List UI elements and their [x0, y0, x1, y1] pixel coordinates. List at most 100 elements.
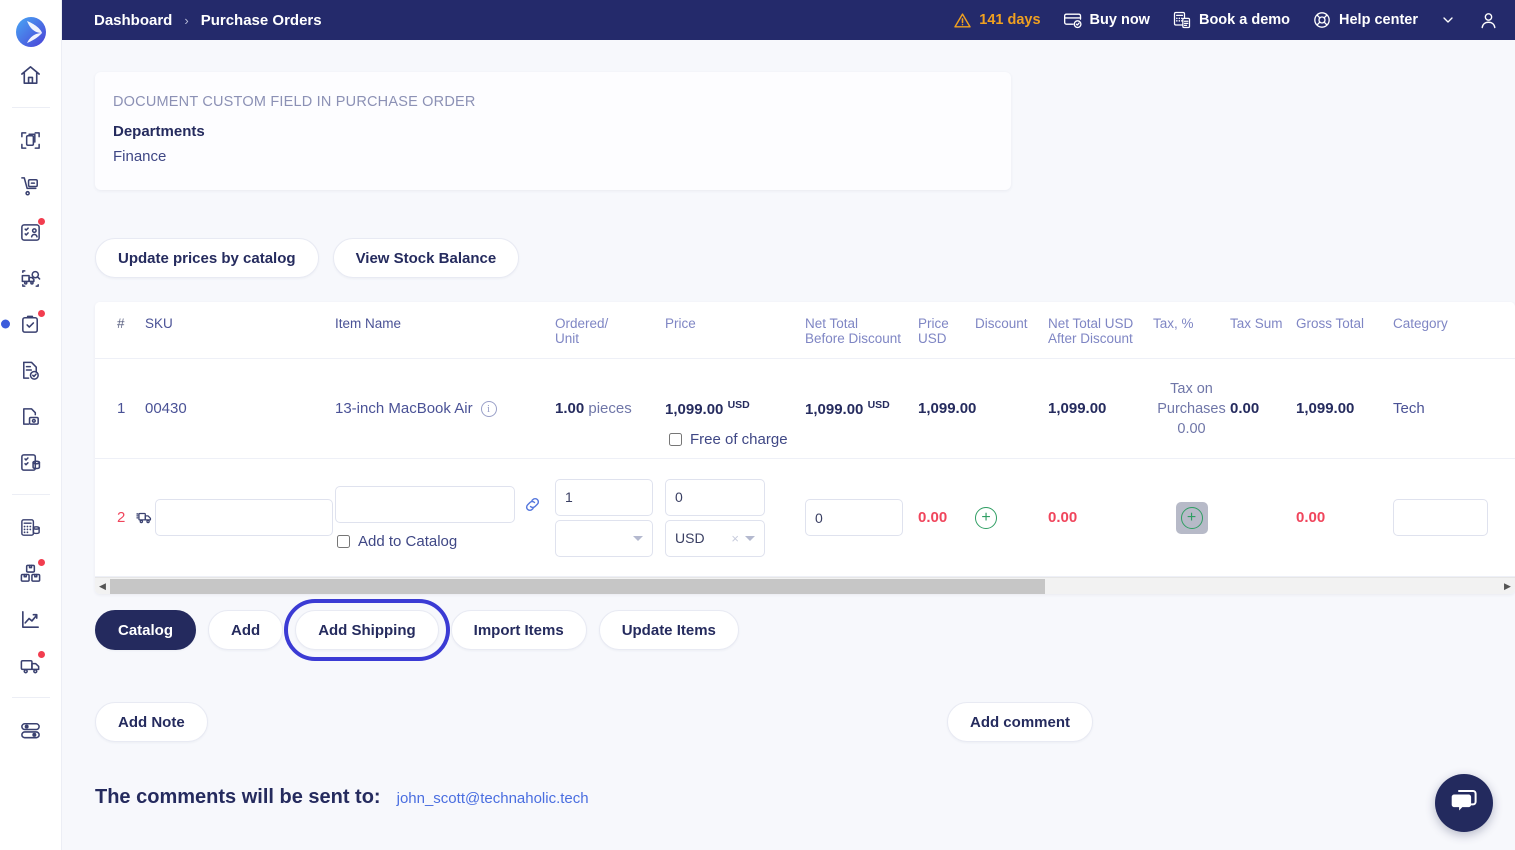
sidebar-item-document-payment[interactable] — [9, 394, 53, 438]
clear-icon[interactable]: × — [731, 531, 745, 546]
sidebar-nav-group-2 — [0, 117, 61, 485]
col-header-sku[interactable]: SKU — [145, 316, 335, 331]
add-discount-icon[interactable]: + — [975, 506, 997, 529]
update-prices-by-catalog-button[interactable]: Update prices by catalog — [95, 238, 319, 278]
col-header-category: Category — [1393, 316, 1448, 331]
row-unit: pieces — [588, 400, 632, 417]
scrollbar-thumb[interactable] — [110, 578, 1045, 594]
calculator-doc-icon — [1172, 10, 1192, 30]
col-header-ordered-unit: Ordered/Unit — [555, 316, 609, 346]
free-of-charge-checkbox[interactable] — [669, 432, 682, 446]
row-ordered-qty: 1.00 — [555, 400, 585, 417]
sidebar-item-warehouse-boxes[interactable] — [9, 551, 53, 595]
quantity-input[interactable] — [555, 478, 653, 516]
sidebar-divider — [11, 107, 50, 108]
currency-select-value: USD — [675, 530, 705, 546]
sidebar-item-home[interactable] — [9, 53, 53, 97]
add-tax-icon: + — [1180, 506, 1203, 529]
scroll-left-arrow-icon[interactable]: ◀ — [95, 581, 110, 592]
edit-row-price-cell: Free of charge USD × — [665, 431, 805, 557]
edit-row-category-cell — [1393, 499, 1493, 536]
table-header-row: # SKU Item Name Ordered/Unit Price Net T… — [95, 302, 1515, 359]
price-input[interactable] — [665, 478, 765, 516]
row-sku[interactable]: 00430 — [145, 400, 335, 417]
col-header-item-name[interactable]: Item Name — [335, 316, 555, 331]
category-input[interactable] — [1393, 499, 1488, 536]
breadcrumb-dashboard[interactable]: Dashboard — [94, 12, 172, 29]
sidebar-item-delivery-cart[interactable] — [9, 164, 53, 208]
sidebar-divider — [11, 697, 50, 698]
help-center-button[interactable]: Help center — [1312, 10, 1418, 30]
chevron-down-icon — [633, 535, 643, 541]
edit-row-net-total-after: 0.00 — [1048, 509, 1078, 526]
row-net-total-before-discount: 1,099.00 USD — [805, 399, 918, 418]
book-a-demo-label: Book a demo — [1198, 12, 1291, 28]
tab-update-items[interactable]: Update Items — [598, 610, 739, 650]
sidebar-nav-group-3 — [0, 504, 61, 688]
sidebar-item-clipboard-check[interactable] — [0, 302, 53, 346]
tab-add-shipping[interactable]: Add Shipping — [284, 599, 450, 661]
sidebar-item-contacts[interactable] — [9, 210, 53, 254]
sidebar-item-document-approved[interactable] — [9, 348, 53, 392]
col-header-tax-percent: Tax, % — [1153, 316, 1194, 331]
free-of-charge-row: Free of charge — [669, 431, 788, 448]
row-price-currency: USD — [727, 399, 750, 411]
sidebar-item-truck-search[interactable] — [9, 256, 53, 300]
tab-catalog[interactable]: Catalog — [95, 610, 197, 650]
info-icon[interactable]: i — [480, 400, 497, 417]
shipping-truck-icon[interactable] — [135, 508, 154, 527]
notification-badge — [36, 217, 46, 226]
buy-now-button[interactable]: Buy now — [1063, 10, 1150, 30]
edit-row-item-name-cell: Add to Catalog — [335, 485, 555, 550]
breadcrumb-purchase-orders[interactable]: Purchase Orders — [201, 12, 322, 29]
view-stock-balance-button[interactable]: View Stock Balance — [332, 238, 520, 278]
edit-row-tax-cell: + — [1153, 501, 1230, 534]
add-note-button[interactable]: Add Note — [95, 702, 208, 742]
sidebar-item-inventory-records[interactable] — [9, 440, 53, 484]
col-header-net-total-after-discount: Net Total USD After Discount — [1048, 316, 1134, 346]
row-gross-total: 1,099.00 — [1296, 400, 1355, 417]
add-to-catalog-checkbox[interactable] — [337, 534, 350, 548]
row-net-total-after-discount: 1,099.00 — [1048, 400, 1107, 417]
tab-import-items[interactable]: Import Items — [450, 610, 587, 650]
col-header-net-total-before-discount: Net Total Before Discount — [805, 316, 902, 346]
sidebar-item-analytics-trend[interactable] — [9, 597, 53, 641]
add-tax-button[interactable]: + — [1175, 501, 1208, 534]
comments-recipient-email[interactable]: john_scott@technaholic.tech — [397, 790, 589, 807]
net-total-before-input[interactable] — [805, 499, 903, 536]
sidebar-item-settings-toggles[interactable] — [9, 708, 53, 752]
sidebar — [0, 0, 62, 850]
table-row-editable: 2 Add to Catalog 1 Free of charge 0 USD … — [95, 431, 1515, 577]
row-tax-sum: 0.00 — [1230, 400, 1260, 417]
add-comment-button[interactable]: Add comment — [946, 702, 1093, 742]
sidebar-item-documents-scan[interactable] — [9, 118, 53, 162]
sidebar-item-calculator[interactable] — [9, 505, 53, 549]
app-logo-icon[interactable] — [11, 12, 51, 52]
chevron-down-icon — [745, 535, 755, 541]
link-icon[interactable] — [523, 495, 542, 514]
scroll-right-arrow-icon[interactable]: ▶ — [1500, 581, 1515, 592]
unit-select[interactable] — [555, 519, 653, 557]
scrollbar-track[interactable] — [110, 578, 1500, 594]
lifebuoy-icon — [1312, 10, 1332, 30]
col-header-price[interactable]: Price — [665, 316, 805, 331]
table-horizontal-scrollbar[interactable]: ◀ ▶ — [95, 577, 1515, 594]
sidebar-nav-group-1 — [0, 52, 61, 98]
sku-input[interactable] — [155, 499, 333, 536]
row-price: 1,099.00 USD — [665, 399, 805, 418]
trial-days-indicator[interactable]: 141 days — [953, 11, 1041, 30]
catalog-action-buttons: Update prices by catalog View Stock Bala… — [95, 238, 1515, 278]
custom-field-label: Departments — [113, 123, 205, 140]
item-name-input[interactable] — [335, 485, 515, 523]
book-a-demo-button[interactable]: Book a demo — [1172, 10, 1290, 30]
user-profile-icon[interactable] — [1478, 10, 1499, 31]
col-header-discount: Discount — [975, 316, 1028, 331]
currency-select[interactable]: USD × — [665, 519, 765, 557]
tab-add[interactable]: Add — [208, 610, 284, 650]
row-item-name[interactable]: 13-inch MacBook Air i — [335, 400, 555, 417]
chevron-down-icon[interactable] — [1440, 12, 1456, 28]
edit-row-sku-cell — [155, 499, 335, 536]
comments-recipient-line: The comments will be sent to: john_scott… — [95, 786, 1515, 809]
sidebar-item-shipping-truck[interactable] — [9, 643, 53, 687]
chat-widget-button[interactable] — [1435, 774, 1493, 832]
